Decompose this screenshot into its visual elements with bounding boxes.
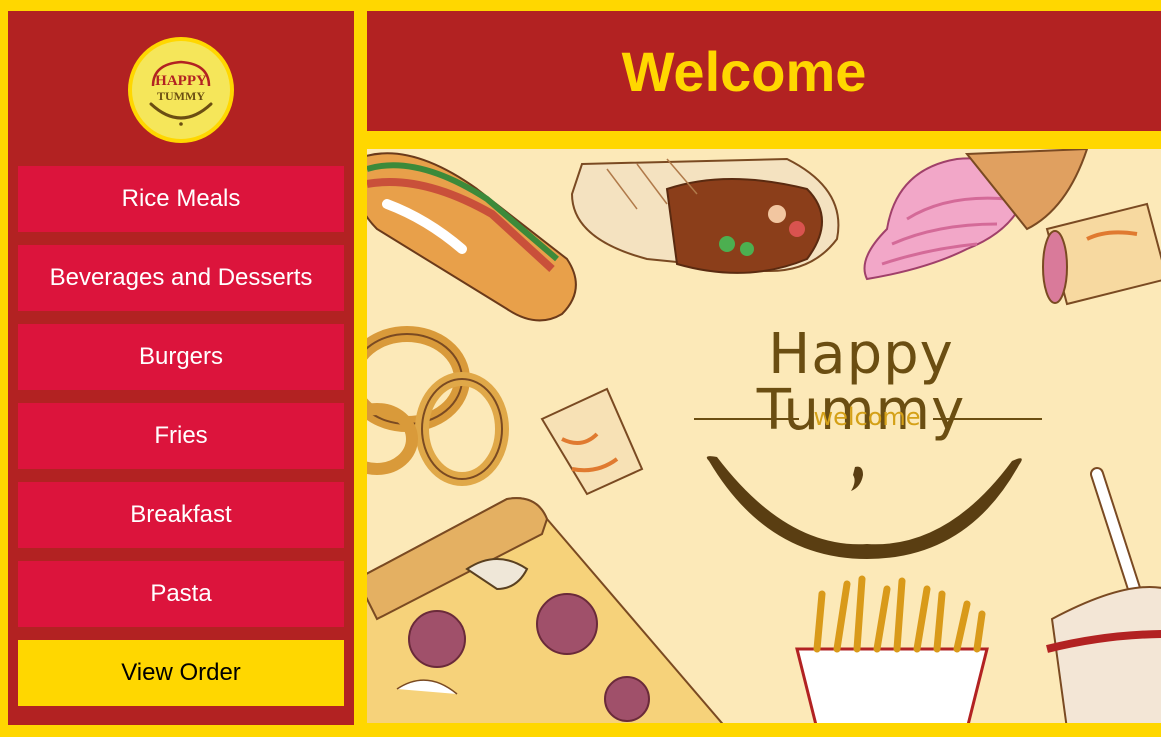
menu-button-beverages-desserts[interactable]: Beverages and Desserts (18, 245, 344, 311)
menu-button-rice-meals[interactable]: Rice Meals (18, 166, 344, 232)
spring-roll-illustration (540, 387, 644, 496)
eggroll-illustration (1042, 202, 1161, 306)
menu-button-pasta[interactable]: Pasta (18, 561, 344, 627)
menu-button-breakfast[interactable]: Breakfast (18, 482, 344, 548)
header-banner: Welcome (367, 11, 1161, 131)
menu-button-fries[interactable]: Fries (18, 403, 344, 469)
pizza-slice-illustration (367, 497, 724, 723)
sidebar: HAPPY TUMMY Rice Meals Beverages and Des… (8, 11, 354, 725)
soda-cup-illustration (1046, 467, 1161, 723)
brand-subtitle: welcome (813, 403, 921, 431)
happy-tummy-logo: HAPPY TUMMY (127, 36, 235, 144)
french-fries-illustration (795, 575, 989, 723)
welcome-hero-image: Happy Tummy welcome (367, 149, 1161, 723)
menu-button-burgers[interactable]: Burgers (18, 324, 344, 390)
hotdog-illustration (367, 152, 577, 322)
logo-text-bottom: TUMMY (157, 89, 205, 103)
view-order-button[interactable]: View Order (18, 640, 344, 706)
page-title: Welcome (621, 39, 867, 103)
burrito-illustration (570, 157, 840, 274)
onion-rings-illustration (367, 326, 509, 486)
logo-text-top: HAPPY (155, 73, 207, 89)
